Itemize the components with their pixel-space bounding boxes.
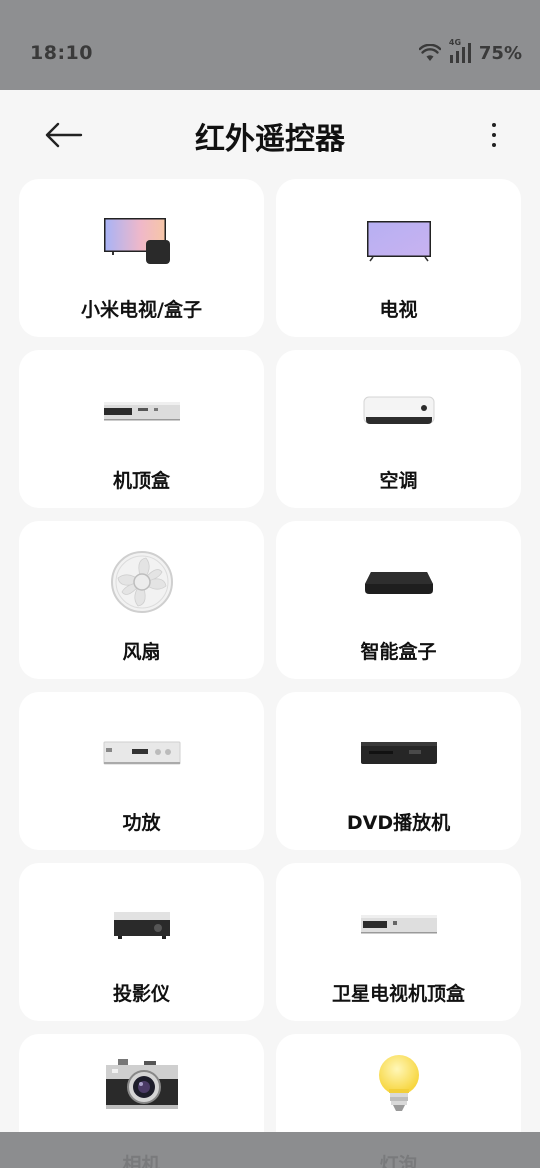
- tv-icon: [276, 205, 521, 275]
- light-bulb-icon: [276, 1050, 521, 1120]
- camera-icon: [19, 1050, 264, 1120]
- device-label: 功放: [122, 812, 161, 834]
- network-type-label: 4G: [448, 38, 462, 47]
- wifi-icon: [418, 44, 441, 62]
- bottom-scrim: [0, 1132, 540, 1168]
- page-title: 红外遥控器: [195, 122, 345, 157]
- more-dot-icon: [492, 143, 496, 147]
- air-conditioner-icon: [276, 376, 521, 446]
- device-label: 投影仪: [112, 983, 170, 1005]
- device-card-fan[interactable]: 风扇: [19, 521, 264, 679]
- device-label: 空调: [379, 470, 418, 492]
- device-card-dvd-player[interactable]: DVD播放机: [276, 692, 521, 850]
- more-options-button[interactable]: [482, 118, 506, 152]
- device-card-set-top-box[interactable]: 机顶盒: [19, 350, 264, 508]
- amplifier-icon: [19, 718, 264, 788]
- device-card-smart-box[interactable]: 智能盒子: [276, 521, 521, 679]
- device-card-projector[interactable]: 投影仪: [19, 863, 264, 1021]
- smart-box-icon: [276, 547, 521, 617]
- status-bar: 18:10 4G 75%: [0, 0, 540, 90]
- device-card-mi-tv-box[interactable]: 小米电视/盒子: [19, 179, 264, 337]
- device-card-air-conditioner[interactable]: 空调: [276, 350, 521, 508]
- projector-icon: [19, 889, 264, 959]
- top-app-bar: 红外遥控器: [0, 90, 540, 180]
- device-label: 小米电视/盒子: [81, 299, 202, 321]
- fan-icon: [19, 547, 264, 617]
- satellite-box-icon: [276, 889, 521, 959]
- device-label: 机顶盒: [112, 470, 170, 492]
- more-dot-icon: [492, 133, 496, 137]
- status-time: 18:10: [30, 42, 93, 64]
- cellular-signal-icon: 4G: [449, 38, 471, 64]
- status-icons: 4G 75%: [418, 38, 522, 64]
- dvd-player-icon: [276, 718, 521, 788]
- battery-percentage: 75%: [478, 42, 522, 64]
- tv-box-icon: [19, 205, 264, 275]
- device-grid: 小米电视/盒子 电视 机顶盒 空调 风扇 智能盒子 功放 DVD播放机 投影仪 …: [19, 179, 521, 1168]
- device-card-amplifier[interactable]: 功放: [19, 692, 264, 850]
- device-label: 风扇: [122, 641, 161, 663]
- more-dot-icon: [492, 123, 496, 127]
- app-content: 红外遥控器 小米电视/盒子 电视 机顶盒 空调 风扇 智能盒子 功放 DVD播放…: [0, 90, 540, 1168]
- device-card-satellite-box[interactable]: 卫星电视机顶盒: [276, 863, 521, 1021]
- device-label: 智能盒子: [360, 641, 437, 663]
- device-card-tv[interactable]: 电视: [276, 179, 521, 337]
- device-label: 电视: [379, 299, 418, 321]
- device-label: 卫星电视机顶盒: [331, 983, 465, 1005]
- set-top-box-icon: [19, 376, 264, 446]
- device-label: DVD播放机: [346, 812, 451, 834]
